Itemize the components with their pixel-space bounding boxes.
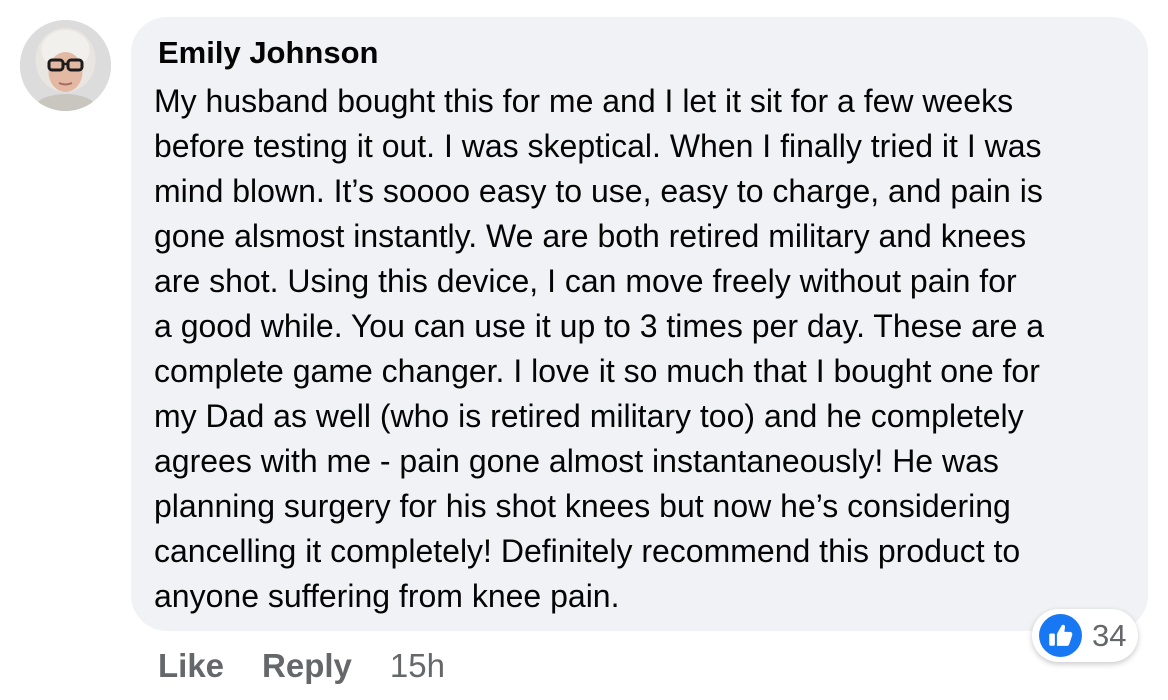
author-avatar[interactable] bbox=[20, 20, 111, 111]
comment-text: My husband bought this for me and I let … bbox=[154, 79, 1044, 619]
comment-text-line: agrees with me - pain gone almost instan… bbox=[154, 443, 999, 479]
comment-text-line: a good while. You can use it up to 3 tim… bbox=[154, 308, 1045, 344]
comment-text-line: gone alsmost instantly. We are both reti… bbox=[154, 218, 1027, 254]
comment-bubble: Emily Johnson My husband bought this for… bbox=[131, 17, 1148, 631]
reactions-summary[interactable]: 34 bbox=[1032, 609, 1139, 662]
like-button[interactable]: Like bbox=[158, 647, 224, 685]
comment-text-line: mind blown. It’s soooo easy to use, easy… bbox=[154, 173, 1043, 209]
comment-author-name[interactable]: Emily Johnson bbox=[158, 34, 378, 72]
comment-text-line: before testing it out. I was skeptical. … bbox=[154, 128, 1042, 164]
reaction-count: 34 bbox=[1092, 618, 1127, 653]
comment-timestamp[interactable]: 15h bbox=[390, 647, 445, 685]
comment-text-line: my Dad as well (who is retired military … bbox=[154, 398, 1024, 434]
comment-text-line: complete game changer. I love it so much… bbox=[154, 353, 1040, 389]
comment-text-line: anyone suffering from knee pain. bbox=[154, 578, 620, 614]
comment-text-line: cancelling it completely! Definitely rec… bbox=[154, 533, 1021, 569]
comment-actions: Like Reply 15h bbox=[158, 644, 445, 688]
reply-button[interactable]: Reply bbox=[262, 647, 352, 685]
like-thumbs-up-icon bbox=[1039, 614, 1082, 657]
profile-photo bbox=[20, 20, 111, 111]
comment-text-line: planning surgery for his shot knees but … bbox=[154, 488, 1011, 524]
comment-text-line: My husband bought this for me and I let … bbox=[154, 83, 1014, 119]
comment-text-line: are shot. Using this device, I can move … bbox=[154, 263, 1017, 299]
